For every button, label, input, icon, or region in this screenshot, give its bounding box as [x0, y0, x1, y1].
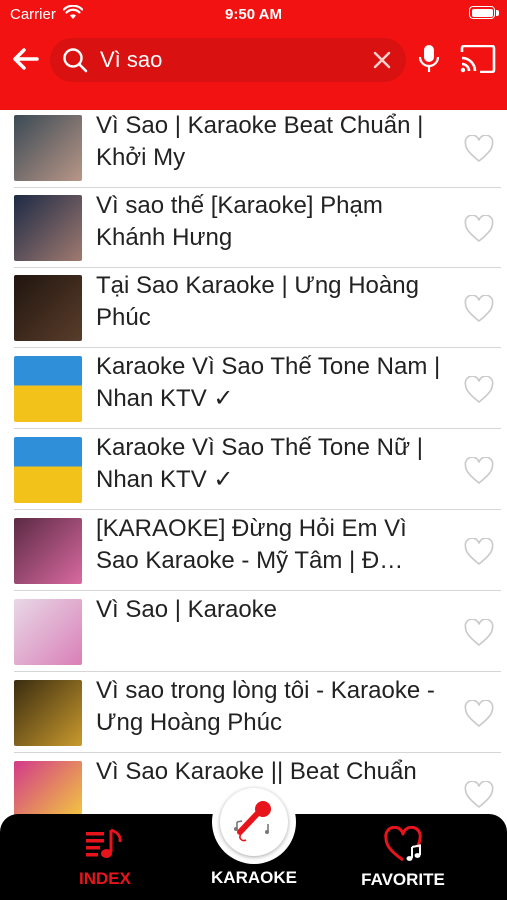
back-button[interactable] — [10, 44, 40, 74]
tab-favorite-label: FAVORITE — [361, 870, 445, 889]
heart-icon[interactable] — [464, 376, 494, 404]
video-title: Vì Sao | Karaoke — [96, 596, 278, 623]
row-divider — [14, 752, 501, 753]
heart-icon[interactable] — [464, 700, 494, 728]
video-title: Tại Sao Karaoke | Ưng Hoàng Phúc — [96, 272, 419, 331]
video-title: Vì sao trong lòng tôi - Karaoke - Ưng Ho… — [96, 677, 435, 736]
video-title: Vì sao thế [Karaoke] Phạm Khánh Hưng — [96, 192, 383, 251]
result-row[interactable]: Vì Sao | Karaoke Beat Chuẩn | Khởi My — [0, 110, 507, 188]
microphone-icon[interactable] — [418, 44, 440, 74]
tab-favorite[interactable]: FAVORITE — [338, 814, 468, 900]
search-input[interactable] — [100, 44, 360, 76]
video-thumbnail — [14, 680, 82, 746]
heart-icon[interactable] — [464, 457, 494, 485]
search-bar[interactable] — [50, 38, 406, 82]
battery-tip — [496, 10, 499, 16]
status-bar: Carrier 9:50 AM — [0, 0, 507, 28]
video-thumbnail — [14, 356, 82, 422]
heart-music-icon — [384, 826, 422, 862]
battery-icon — [469, 6, 495, 19]
result-row[interactable]: Vì sao thế [Karaoke] Phạm Khánh Hưng — [0, 188, 507, 268]
result-row[interactable]: Vì Sao | Karaoke — [0, 592, 507, 672]
video-thumbnail — [14, 518, 82, 584]
search-icon — [63, 48, 88, 73]
row-divider — [14, 509, 501, 510]
result-row[interactable]: Vì sao trong lòng tôi - Karaoke - Ưng Ho… — [0, 673, 507, 753]
video-title: Vì Sao | Karaoke Beat Chuẩn | Khởi My — [96, 112, 424, 171]
result-row[interactable]: [KARAOKE] Đừng Hỏi Em Vì Sao Karaoke - M… — [0, 511, 507, 591]
video-thumbnail — [14, 275, 82, 341]
heart-icon[interactable] — [464, 135, 494, 163]
result-row[interactable]: Tại Sao Karaoke | Ưng Hoàng Phúc — [0, 268, 507, 348]
heart-icon[interactable] — [464, 215, 494, 243]
tab-index-label: INDEX — [79, 869, 131, 888]
music-list-icon — [86, 828, 122, 858]
video-thumbnail — [14, 437, 82, 503]
cast-icon[interactable] — [460, 45, 496, 73]
clear-icon[interactable] — [372, 50, 392, 70]
tab-index[interactable]: INDEX — [40, 814, 170, 900]
video-title: Vì Sao Karaoke || Beat Chuẩn — [96, 758, 417, 785]
video-title: Karaoke Vì Sao Thế Tone Nữ | Nhan KTV ✓ — [96, 434, 423, 493]
top-bar: Carrier 9:50 AM — [0, 0, 507, 110]
tab-karaoke[interactable]: KARAOKE — [190, 814, 318, 900]
heart-icon[interactable] — [464, 295, 494, 323]
tab-karaoke-label: KARAOKE — [211, 868, 297, 887]
video-title: Karaoke Vì Sao Thế Tone Nam | Nhan KTV ✓ — [96, 353, 441, 412]
row-divider — [14, 347, 501, 348]
result-row[interactable]: Karaoke Vì Sao Thế Tone Nữ | Nhan KTV ✓ — [0, 430, 507, 510]
video-thumbnail — [14, 599, 82, 665]
result-row[interactable]: Karaoke Vì Sao Thế Tone Nam | Nhan KTV ✓ — [0, 349, 507, 429]
status-time: 9:50 AM — [225, 6, 282, 23]
back-arrow-icon — [13, 48, 39, 70]
heart-icon[interactable] — [464, 781, 494, 809]
video-title: [KARAOKE] Đừng Hỏi Em Vì Sao Karaoke - M… — [96, 515, 407, 574]
heart-icon[interactable] — [464, 619, 494, 647]
video-thumbnail — [14, 195, 82, 261]
video-thumbnail — [14, 115, 82, 181]
row-divider — [14, 671, 501, 672]
row-divider — [14, 428, 501, 429]
row-divider — [14, 590, 501, 591]
heart-icon[interactable] — [464, 538, 494, 566]
